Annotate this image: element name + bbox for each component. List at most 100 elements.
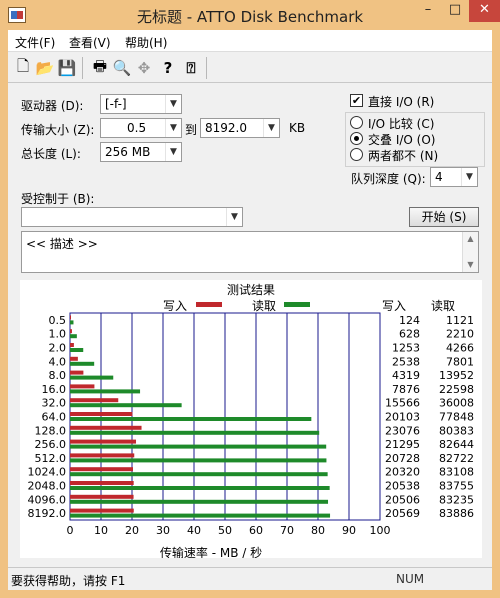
read-value: 7801 xyxy=(446,355,474,368)
controlled-by-label: 受控制于 (B): xyxy=(21,192,95,206)
write-value: 20320 xyxy=(385,466,420,479)
queue-depth-label: 队列深度 (Q): xyxy=(351,172,426,186)
x-tick-label: 70 xyxy=(280,524,294,537)
chevron-down-icon: ▼ xyxy=(165,95,181,113)
print-icon[interactable]: 🖶 xyxy=(90,57,110,78)
neither-radio[interactable] xyxy=(350,148,363,161)
write-bar xyxy=(70,494,134,499)
queue-depth-select[interactable]: 4 ▼ xyxy=(430,167,478,187)
write-value: 628 xyxy=(399,328,420,341)
read-value: 13952 xyxy=(439,369,474,382)
read-value: 83755 xyxy=(439,480,474,493)
x-tick-label: 80 xyxy=(311,524,325,537)
menu-file[interactable]: 文件(F) xyxy=(15,34,55,51)
read-bar xyxy=(70,417,312,421)
write-value: 1253 xyxy=(392,342,420,355)
total-length-select[interactable]: 256 MB ▼ xyxy=(100,142,182,162)
y-tick-label: 4096.0 xyxy=(28,493,67,506)
x-tick-label: 10 xyxy=(94,524,108,537)
y-tick-label: 1024.0 xyxy=(28,466,67,479)
app-window: 无标题 - ATTO Disk Benchmark – □ ✕ 文件(F) 查看… xyxy=(0,0,500,598)
read-bar xyxy=(70,361,95,366)
status-bar: 要获得帮助，请按 F1 NUM xyxy=(8,567,492,590)
move-icon[interactable]: ✥ xyxy=(134,58,154,78)
write-bar xyxy=(70,425,142,430)
write-value: 124 xyxy=(399,314,420,327)
write-value: 20728 xyxy=(385,452,420,465)
write-bar xyxy=(70,384,95,389)
write-value: 20103 xyxy=(385,411,420,424)
read-bar xyxy=(70,430,320,435)
read-bar xyxy=(70,486,330,490)
start-button[interactable]: 开始 (S) xyxy=(409,207,479,227)
read-value: 4266 xyxy=(446,342,474,355)
write-value: 4319 xyxy=(392,369,420,382)
read-value: 22598 xyxy=(439,383,474,396)
read-value: 83886 xyxy=(439,507,474,520)
read-value: 80383 xyxy=(439,424,474,437)
write-bar xyxy=(70,343,74,347)
x-tick-label: 0 xyxy=(67,524,74,537)
x-tick-label: 40 xyxy=(187,524,201,537)
status-help-text: 要获得帮助，请按 F1 xyxy=(11,574,126,588)
transfer-size-from-select[interactable]: 0.5 ▼ xyxy=(100,118,182,138)
io-compare-label: I/O 比较 (C) xyxy=(368,117,435,131)
chevron-down-icon: ▼ xyxy=(226,208,242,226)
y-tick-label: 64.0 xyxy=(42,411,67,424)
menu-view[interactable]: 查看(V) xyxy=(69,34,111,51)
read-value: 83108 xyxy=(439,466,474,479)
io-compare-radio[interactable] xyxy=(350,116,363,129)
legend-read-swatch xyxy=(284,302,310,307)
direct-io-label: 直接 I/O (R) xyxy=(368,95,435,109)
x-axis-label: 传输速率 - MB / 秒 xyxy=(160,545,262,558)
write-bar xyxy=(70,315,71,320)
total-length-label: 总长度 (L): xyxy=(21,147,81,161)
print-preview-icon[interactable]: 🔍 xyxy=(112,58,132,78)
open-icon[interactable]: 📂 xyxy=(35,58,55,78)
y-tick-label: 2048.0 xyxy=(28,480,67,493)
table-header-write: 写入 xyxy=(382,299,406,313)
y-tick-label: 2.0 xyxy=(49,342,67,355)
legend-write-label: 写入 xyxy=(163,299,187,313)
help-icon[interactable]: ? xyxy=(158,58,178,78)
y-tick-label: 1.0 xyxy=(49,328,67,341)
drive-select[interactable]: [-f-] ▼ xyxy=(100,94,182,114)
controlled-by-select[interactable]: ▼ xyxy=(21,207,243,227)
drive-label: 驱动器 (D): xyxy=(21,99,84,113)
write-bar xyxy=(70,508,134,513)
close-button[interactable]: ✕ xyxy=(469,0,500,22)
new-icon[interactable]: 🗋 xyxy=(13,57,33,78)
direct-io-checkbox[interactable]: ✔ xyxy=(350,94,363,107)
write-value: 20506 xyxy=(385,493,420,506)
transfer-unit-label: KB xyxy=(289,121,306,135)
num-lock-indicator: NUM xyxy=(396,572,425,586)
description-scrollbar[interactable]: ▲ ▼ xyxy=(462,232,478,272)
maximize-button[interactable]: □ xyxy=(442,0,468,22)
transfer-size-from-value: 0.5 xyxy=(127,121,147,135)
y-tick-label: 32.0 xyxy=(42,397,67,410)
description-field[interactable]: << 描述 >> ▲ ▼ xyxy=(21,231,479,273)
y-tick-label: 4.0 xyxy=(49,355,67,368)
read-value: 2210 xyxy=(446,328,474,341)
context-help-icon[interactable]: ⍰ xyxy=(181,58,201,78)
write-bar xyxy=(70,412,133,416)
overlapped-io-radio[interactable] xyxy=(350,132,363,145)
save-icon[interactable]: 💾 xyxy=(57,58,77,78)
title-bar[interactable]: 无标题 - ATTO Disk Benchmark – □ ✕ xyxy=(0,0,500,30)
write-bar xyxy=(70,356,78,361)
minimize-button[interactable]: – xyxy=(415,0,441,22)
x-tick-label: 90 xyxy=(342,524,356,537)
chevron-down-icon: ▼ xyxy=(263,119,279,137)
y-tick-label: 0.5 xyxy=(49,314,67,327)
read-bar xyxy=(70,458,327,463)
read-value: 1121 xyxy=(446,314,474,327)
transfer-size-to-select[interactable]: 8192.0 ▼ xyxy=(200,118,280,138)
menu-bar: 文件(F) 查看(V) 帮助(H) xyxy=(8,30,492,52)
write-bar xyxy=(70,481,134,485)
queue-depth-value: 4 xyxy=(435,170,443,184)
client-area: 文件(F) 查看(V) 帮助(H) 🗋 📂 💾 🖶 🔍 ✥ ? ⍰ 驱动器 (D… xyxy=(8,30,492,590)
menu-help[interactable]: 帮助(H) xyxy=(125,34,167,51)
y-tick-label: 256.0 xyxy=(35,438,67,451)
write-value: 15566 xyxy=(385,397,420,410)
read-value: 83235 xyxy=(439,493,474,506)
